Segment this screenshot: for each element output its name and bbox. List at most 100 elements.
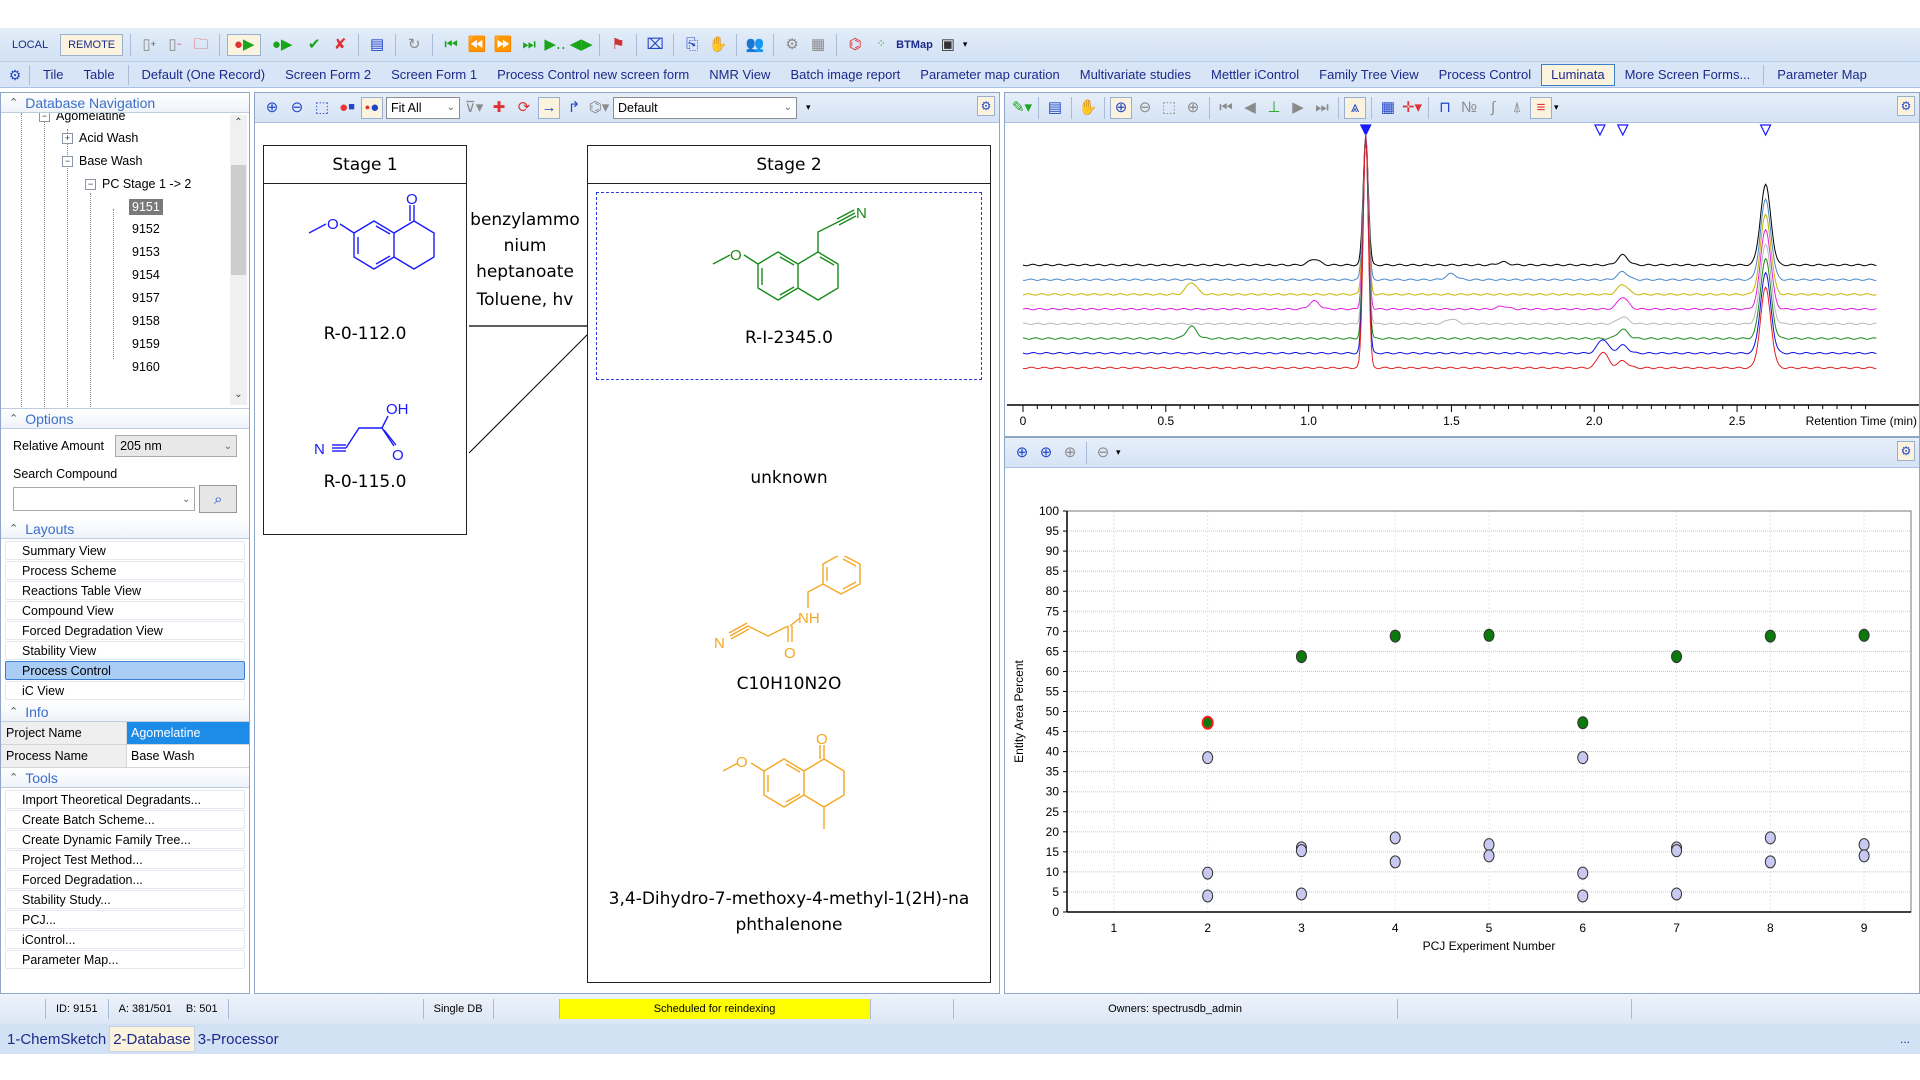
layout-reactions-table-view[interactable]: Reactions Table View bbox=[5, 581, 245, 600]
tool-parameter-map[interactable]: Parameter Map... bbox=[5, 950, 245, 969]
form-luminata[interactable]: Luminata bbox=[1541, 63, 1615, 86]
form-process-control-new[interactable]: Process Control new screen form bbox=[487, 64, 699, 86]
tree-record[interactable]: 9157 bbox=[132, 291, 160, 305]
select-all-icon[interactable]: ⚑ bbox=[607, 34, 629, 56]
toolbar-overflow-icon[interactable]: ▾ bbox=[963, 39, 968, 50]
tool-pcj[interactable]: PCJ... bbox=[5, 910, 245, 929]
tree-record[interactable]: 9158 bbox=[132, 314, 160, 328]
scroll-thumb[interactable] bbox=[231, 165, 246, 275]
users-icon[interactable]: 👥 bbox=[744, 34, 766, 56]
prev-page-icon[interactable]: ⏪ bbox=[466, 34, 488, 56]
integration-icon[interactable]: ∫ bbox=[1482, 97, 1504, 119]
expand-node-icon[interactable]: + bbox=[62, 132, 73, 144]
tree-record[interactable]: 9153 bbox=[132, 245, 160, 259]
tree-record[interactable]: 9160 bbox=[132, 360, 160, 374]
structure-style-icon[interactable]: ⌬▾ bbox=[588, 97, 610, 119]
tool-stability-study[interactable]: Stability Study... bbox=[5, 890, 245, 909]
form-multivariate-studies[interactable]: Multivariate studies bbox=[1070, 64, 1201, 86]
form-batch-image-report[interactable]: Batch image report bbox=[780, 64, 910, 86]
delete-record-icon[interactable]: ▯ − bbox=[164, 34, 186, 56]
form-more-screen-forms[interactable]: More Screen Forms... bbox=[1615, 64, 1761, 86]
zoom-box-icon[interactable]: ⊕ bbox=[1110, 96, 1132, 119]
tools-header[interactable]: ⌃ Tools bbox=[1, 768, 249, 788]
tool-icontrol[interactable]: iControl... bbox=[5, 930, 245, 949]
peak-markers-icon[interactable]: ⩓ bbox=[1344, 96, 1366, 119]
layout-compound-view[interactable]: Compound View bbox=[5, 601, 245, 620]
tree-record[interactable]: 9159 bbox=[132, 337, 160, 351]
toolbar-overflow-icon[interactable]: ▾ bbox=[806, 102, 811, 113]
attachment-icon[interactable]: ⎘ bbox=[681, 34, 703, 56]
btmap-label[interactable]: BTMap bbox=[896, 39, 933, 51]
style-select[interactable]: Default ⌄ bbox=[613, 96, 797, 119]
tool-forced-degradation[interactable]: Forced Degradation... bbox=[5, 870, 245, 889]
zoom-out-icon[interactable]: ⊖ bbox=[1092, 442, 1114, 464]
cursor-icon[interactable]: ✛▾ bbox=[1401, 97, 1423, 119]
collapse-icon[interactable]: ⌃ bbox=[9, 412, 18, 425]
zoom-in-icon[interactable]: ⊕ bbox=[261, 97, 283, 119]
form-mettler-icontrol[interactable]: Mettler iControl bbox=[1201, 64, 1309, 86]
compound-label[interactable]: R-0-115.0 bbox=[264, 472, 466, 492]
zoom-out-icon[interactable]: ⊖ bbox=[1134, 97, 1156, 119]
search-compound-button[interactable]: ⌕ bbox=[199, 485, 237, 513]
report-icon[interactable]: ▤ bbox=[366, 34, 388, 56]
trend-scatter-chart[interactable]: 0510152025303540455055606570758085909510… bbox=[1005, 468, 1919, 993]
zoom-reset-icon[interactable]: ⊕ bbox=[1059, 442, 1081, 464]
form-nmr-view[interactable]: NMR View bbox=[699, 64, 780, 86]
info-header[interactable]: ⌃ Info bbox=[1, 702, 249, 722]
compound-r-i-2345-structure[interactable]: O N bbox=[708, 206, 878, 316]
zoom-fit-icon[interactable]: ⬚ bbox=[1158, 97, 1180, 119]
collapse-node-icon[interactable]: − bbox=[62, 155, 73, 167]
open-folder-icon[interactable]: 🗀 bbox=[190, 34, 212, 56]
compound-r-0-115-structure[interactable]: N OH O bbox=[304, 396, 434, 466]
peak-label-icon[interactable]: ⊓ bbox=[1434, 97, 1456, 119]
form-parameter-map-curation[interactable]: Parameter map curation bbox=[910, 64, 1069, 86]
arrow-straight-icon[interactable]: → bbox=[538, 96, 560, 119]
remote-button[interactable]: REMOTE bbox=[60, 33, 124, 56]
instrument-icon[interactable]: ▣ bbox=[937, 34, 959, 56]
layout-process-scheme[interactable]: Process Scheme bbox=[5, 561, 245, 580]
tree-process-acid-wash[interactable]: + Acid Wash bbox=[62, 131, 138, 145]
cycle-icon[interactable]: ⟳ bbox=[513, 97, 535, 119]
peak-table-icon[interactable]: ▦ bbox=[1377, 97, 1399, 119]
settings-icon[interactable]: ⚙ bbox=[4, 64, 26, 86]
layout-ic-view[interactable]: iC View bbox=[5, 681, 245, 700]
zoom-vertical-icon[interactable]: ⊕ bbox=[1011, 442, 1033, 464]
reject-icon[interactable]: ✘ bbox=[329, 34, 351, 56]
compound-label-unknown[interactable]: unknown bbox=[588, 468, 990, 488]
next-partial-icon[interactable]: ▶‥ bbox=[544, 34, 566, 56]
tree-project[interactable]: − Agomelatine bbox=[39, 113, 126, 123]
tab-database[interactable]: 2-Database bbox=[109, 1026, 195, 1052]
form-default[interactable]: Default (One Record) bbox=[132, 64, 276, 86]
more-tabs-button[interactable]: ... bbox=[1900, 1032, 1910, 1046]
layout-forced-degradation-view[interactable]: Forced Degradation View bbox=[5, 621, 245, 640]
next-spectrum-icon[interactable]: ▶ bbox=[1287, 97, 1309, 119]
overlay-icon[interactable]: ≡ bbox=[1530, 96, 1552, 119]
scroll-down-icon[interactable]: ⌄ bbox=[230, 389, 247, 405]
first-spectrum-icon[interactable]: ⏮ bbox=[1215, 97, 1237, 119]
last-spectrum-icon[interactable]: ⏭ bbox=[1311, 97, 1333, 119]
form-family-tree-view[interactable]: Family Tree View bbox=[1309, 64, 1428, 86]
spectra-stack-icon[interactable]: ⊥ bbox=[1263, 97, 1285, 119]
next-page-icon[interactable]: ⏩ bbox=[492, 34, 514, 56]
structure-icon[interactable]: ⌬ bbox=[844, 34, 866, 56]
add-reaction-icon[interactable]: ✚ bbox=[488, 97, 510, 119]
info-value[interactable]: Base Wash bbox=[127, 745, 249, 767]
btmap-icon[interactable]: ⁘ bbox=[870, 34, 892, 56]
toolbar-overflow-icon[interactable]: ▾ bbox=[1116, 447, 1121, 458]
panel-options-icon[interactable]: ⚙ bbox=[1897, 96, 1915, 116]
arrow-step-icon[interactable]: ↱ bbox=[563, 97, 585, 119]
add-record-icon[interactable]: ▯ + bbox=[138, 34, 160, 56]
db-nav-header[interactable]: ⌃ Database Navigation bbox=[1, 93, 249, 113]
first-icon[interactable]: ⏮ bbox=[440, 34, 462, 56]
collapse-icon[interactable]: ⌃ bbox=[9, 771, 18, 784]
peak-assign-icon[interactable]: ⍋ bbox=[1506, 97, 1528, 119]
collapse-icon[interactable]: ⌃ bbox=[9, 522, 18, 535]
prev-spectrum-icon[interactable]: ◀ bbox=[1239, 97, 1261, 119]
toolbar-overflow-icon[interactable]: ▾ bbox=[1554, 102, 1559, 113]
form-process-control[interactable]: Process Control bbox=[1429, 64, 1541, 86]
color-molecules-icon[interactable]: ● ● bbox=[361, 96, 383, 119]
collapse-node-icon[interactable]: − bbox=[85, 178, 96, 190]
form-table[interactable]: Table bbox=[73, 64, 124, 86]
delete-page-icon[interactable]: ⌧ bbox=[644, 34, 666, 56]
layout-summary-view[interactable]: Summary View bbox=[5, 541, 245, 560]
